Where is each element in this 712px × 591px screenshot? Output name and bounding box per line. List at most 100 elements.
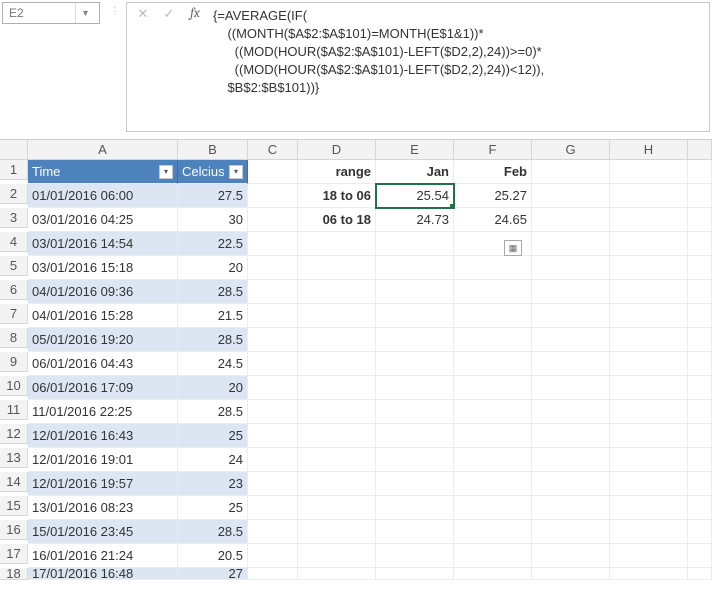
row-head-8[interactable]: 8 — [0, 328, 28, 348]
cell-H17[interactable] — [610, 544, 688, 568]
cell-B15[interactable]: 25 — [178, 496, 248, 520]
cell-G7[interactable] — [532, 304, 610, 328]
cell-F8[interactable] — [454, 328, 532, 352]
cell-F7[interactable] — [454, 304, 532, 328]
cell-D15[interactable] — [298, 496, 376, 520]
cell-F9[interactable] — [454, 352, 532, 376]
cell-C8[interactable] — [248, 328, 298, 352]
cell-B17[interactable]: 20.5 — [178, 544, 248, 568]
cell-D14[interactable] — [298, 472, 376, 496]
cell-A6[interactable]: 04/01/2016 09:36 — [28, 280, 178, 304]
cancel-formula-button[interactable]: ✕ — [135, 6, 151, 22]
cell-A9[interactable]: 06/01/2016 04:43 — [28, 352, 178, 376]
col-head-E[interactable]: E — [376, 140, 454, 160]
cell-B11[interactable]: 28.5 — [178, 400, 248, 424]
cell-G12[interactable] — [532, 424, 610, 448]
cell-H18[interactable] — [610, 568, 688, 580]
cell-H4[interactable] — [610, 232, 688, 256]
cell-H2[interactable] — [610, 184, 688, 208]
cell-E4[interactable] — [376, 232, 454, 256]
cell-C14[interactable] — [248, 472, 298, 496]
cell-B10[interactable]: 20 — [178, 376, 248, 400]
name-box[interactable]: ▼ — [2, 2, 100, 24]
row-head-3[interactable]: 3 — [0, 208, 28, 228]
cell-F5[interactable] — [454, 256, 532, 280]
cell-G16[interactable] — [532, 520, 610, 544]
cell-H16[interactable] — [610, 520, 688, 544]
filter-dropdown-icon[interactable]: ▾ — [159, 165, 173, 179]
cell-A11[interactable]: 11/01/2016 22:25 — [28, 400, 178, 424]
cell-D13[interactable] — [298, 448, 376, 472]
cell-end11[interactable] — [688, 400, 712, 424]
cell-C9[interactable] — [248, 352, 298, 376]
cell-H11[interactable] — [610, 400, 688, 424]
cell-G9[interactable] — [532, 352, 610, 376]
cell-A18[interactable]: 17/01/2016 16:48 — [28, 568, 178, 580]
cell-A17[interactable]: 16/01/2016 21:24 — [28, 544, 178, 568]
cell-end5[interactable] — [688, 256, 712, 280]
col-head-F[interactable]: F — [454, 140, 532, 160]
cell-D1[interactable]: range — [298, 160, 376, 184]
cell-F11[interactable] — [454, 400, 532, 424]
cell-B18[interactable]: 27 — [178, 568, 248, 580]
cell-end8[interactable] — [688, 328, 712, 352]
cell-E13[interactable] — [376, 448, 454, 472]
cell-A4[interactable]: 03/01/2016 14:54 — [28, 232, 178, 256]
cell-E9[interactable] — [376, 352, 454, 376]
cell-end12[interactable] — [688, 424, 712, 448]
cell-G14[interactable] — [532, 472, 610, 496]
cell-D12[interactable] — [298, 424, 376, 448]
cell-end2[interactable] — [688, 184, 712, 208]
cell-end17[interactable] — [688, 544, 712, 568]
cell-C5[interactable] — [248, 256, 298, 280]
row-head-2[interactable]: 2 — [0, 184, 28, 204]
table-header-celcius[interactable]: Celcius ▾ — [178, 160, 248, 184]
cell-E15[interactable] — [376, 496, 454, 520]
cell-G5[interactable] — [532, 256, 610, 280]
cell-D11[interactable] — [298, 400, 376, 424]
cell-F14[interactable] — [454, 472, 532, 496]
cell-A2[interactable]: 01/01/2016 06:00 — [28, 184, 178, 208]
grid[interactable]: A B C D E F G H 1 Time ▾ Celcius ▾ range… — [0, 140, 712, 580]
cell-D7[interactable] — [298, 304, 376, 328]
cell-D5[interactable] — [298, 256, 376, 280]
fx-icon[interactable]: fx — [187, 6, 203, 21]
cell-D10[interactable] — [298, 376, 376, 400]
cell-D17[interactable] — [298, 544, 376, 568]
cell-end1[interactable] — [688, 160, 712, 184]
row-head-10[interactable]: 10 — [0, 376, 28, 396]
cell-G8[interactable] — [532, 328, 610, 352]
cell-G17[interactable] — [532, 544, 610, 568]
cell-E12[interactable] — [376, 424, 454, 448]
cell-A13[interactable]: 12/01/2016 19:01 — [28, 448, 178, 472]
row-head-4[interactable]: 4 — [0, 232, 28, 252]
cell-H15[interactable] — [610, 496, 688, 520]
cell-C1[interactable] — [248, 160, 298, 184]
cell-end18[interactable] — [688, 568, 712, 580]
cell-C17[interactable] — [248, 544, 298, 568]
autofill-options-button[interactable]: ▦ — [504, 240, 522, 256]
cell-G10[interactable] — [532, 376, 610, 400]
col-head-B[interactable]: B — [178, 140, 248, 160]
row-head-11[interactable]: 11 — [0, 400, 28, 420]
cell-G6[interactable] — [532, 280, 610, 304]
cell-H7[interactable] — [610, 304, 688, 328]
col-head-D[interactable]: D — [298, 140, 376, 160]
cell-F16[interactable] — [454, 520, 532, 544]
cell-G11[interactable] — [532, 400, 610, 424]
cell-end9[interactable] — [688, 352, 712, 376]
cell-C2[interactable] — [248, 184, 298, 208]
cell-A16[interactable]: 15/01/2016 23:45 — [28, 520, 178, 544]
cell-H6[interactable] — [610, 280, 688, 304]
name-box-input[interactable] — [3, 6, 75, 20]
row-head-1[interactable]: 1 — [0, 160, 28, 180]
cell-F2[interactable]: 25.27 — [454, 184, 532, 208]
col-head-H[interactable]: H — [610, 140, 688, 160]
cell-B9[interactable]: 24.5 — [178, 352, 248, 376]
cell-B8[interactable]: 28.5 — [178, 328, 248, 352]
cell-end13[interactable] — [688, 448, 712, 472]
cell-F1[interactable]: Feb — [454, 160, 532, 184]
cell-A5[interactable]: 03/01/2016 15:18 — [28, 256, 178, 280]
formula-bar[interactable]: ✕ ✓ fx {=AVERAGE(IF( ((MONTH($A$2:$A$101… — [126, 2, 710, 132]
cell-end10[interactable] — [688, 376, 712, 400]
